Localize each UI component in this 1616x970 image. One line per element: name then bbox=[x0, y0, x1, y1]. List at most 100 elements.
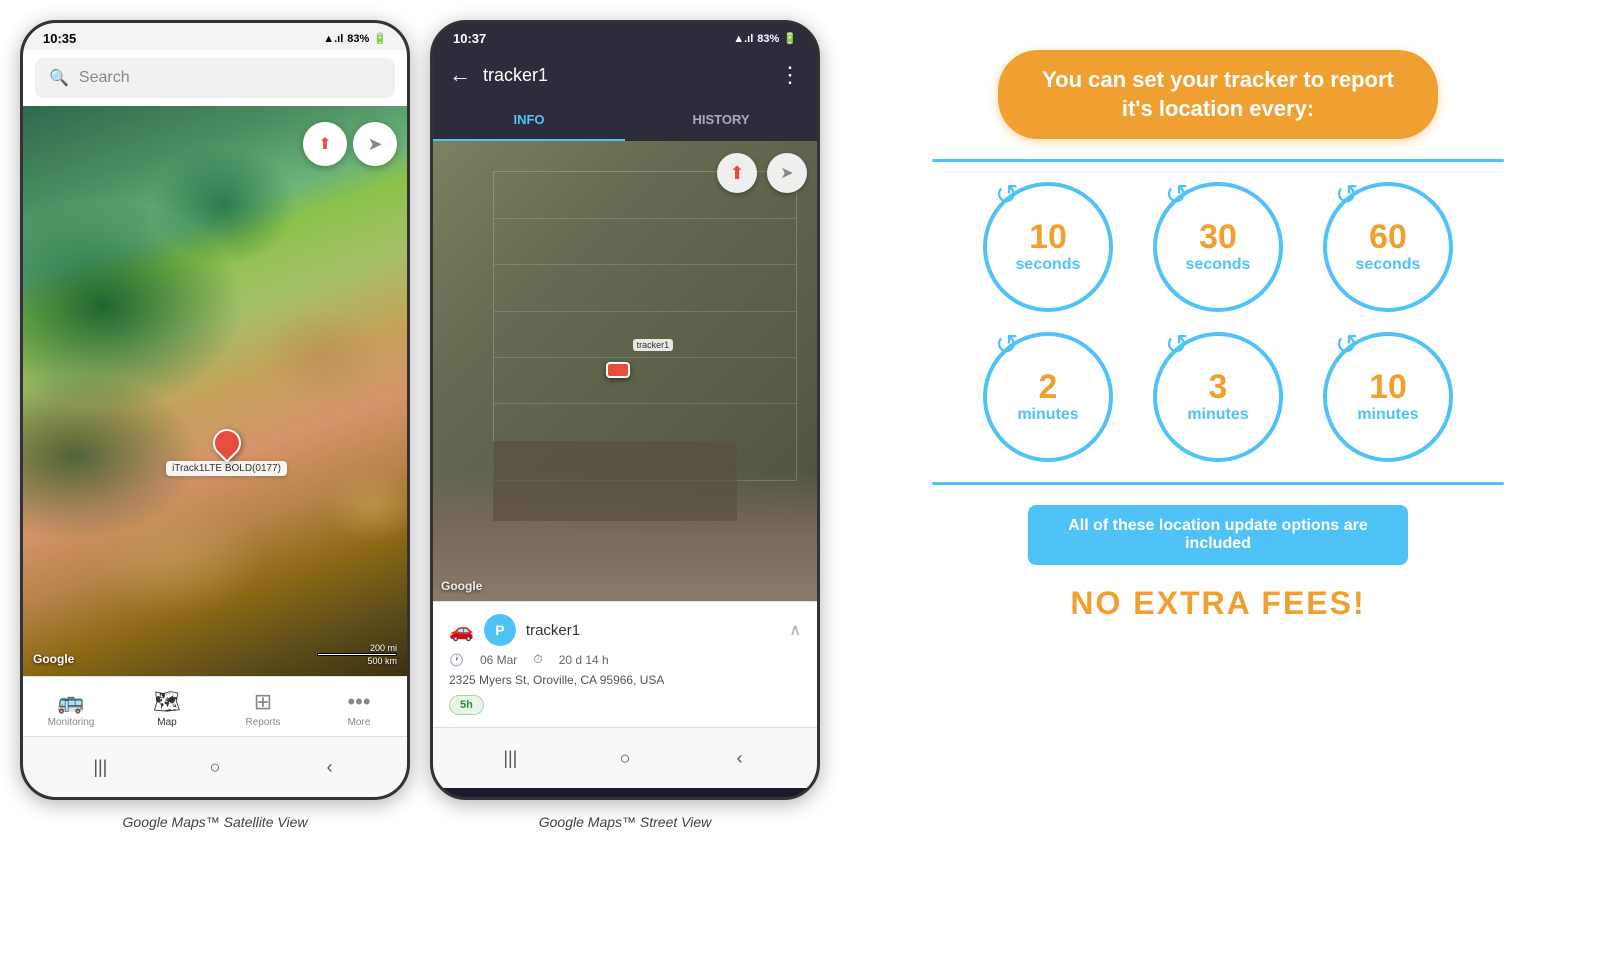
ig-circle-10m: 10 minutes bbox=[1323, 332, 1453, 462]
map-icon: 🗺 bbox=[153, 689, 181, 715]
phone2-container: 10:37 ▲.ıl 83% 🔋 ← tracker1 ⋮ INFO HISTO… bbox=[430, 20, 820, 830]
tracker-pin-marker bbox=[207, 423, 247, 463]
search-icon: 🔍 bbox=[49, 68, 69, 88]
nav-map[interactable]: 🗺 Map bbox=[132, 685, 202, 732]
phone2-caption: Google Maps™ Street View bbox=[539, 814, 712, 830]
info-timer-icon: ⏱ bbox=[533, 652, 542, 667]
phone1-satellite-map[interactable]: ⬆ ➤ iTrack1LTE BOLD(0177) 200 mi 500 km … bbox=[23, 106, 407, 676]
parking-line-5 bbox=[494, 403, 796, 404]
ig-circle-3m-unit: minutes bbox=[1187, 406, 1248, 424]
nav-map-label: Map bbox=[157, 717, 176, 728]
phone1-battery: 83% bbox=[347, 33, 369, 45]
ig-circles-row2: 2 minutes 3 minutes 10 minutes bbox=[983, 332, 1453, 462]
phone2-compass-button[interactable]: ⬆ bbox=[717, 153, 757, 193]
phone1-time: 10:35 bbox=[43, 31, 76, 46]
nav-reports[interactable]: ⊞ Reports bbox=[228, 685, 298, 732]
parking-line-1 bbox=[494, 218, 796, 219]
phone2-signal: ▲.ıl bbox=[733, 33, 753, 45]
phone2-back-button[interactable]: ← bbox=[449, 62, 471, 88]
phone2-more-button[interactable]: ⋮ bbox=[779, 62, 801, 88]
info-car-icon: 🚗 bbox=[449, 618, 474, 643]
scale-500km: 500 km bbox=[367, 656, 397, 666]
more-icon: ••• bbox=[347, 689, 370, 715]
aerial-location-icon: ➤ bbox=[780, 163, 793, 183]
phone2-tracker-car bbox=[606, 362, 630, 378]
phone1-bottom-nav: 🚌 Monitoring 🗺 Map ⊞ Reports ••• More bbox=[23, 676, 407, 736]
ig-circle-10s-unit: seconds bbox=[1016, 256, 1081, 274]
nav-monitoring[interactable]: 🚌 Monitoring bbox=[36, 685, 106, 732]
phone2-status-icons: ▲.ıl 83% 🔋 bbox=[733, 32, 797, 45]
phone2-android-menu-button[interactable]: ||| bbox=[490, 738, 530, 778]
phone2-location-button[interactable]: ➤ bbox=[767, 153, 807, 193]
phone1-container: 10:35 ▲.ıl 83% 🔋 🔍 Search ⬆ bbox=[20, 20, 410, 830]
android-home-button[interactable]: ○ bbox=[195, 747, 235, 787]
parking-line-4 bbox=[494, 357, 796, 358]
nav-more[interactable]: ••• More bbox=[324, 685, 394, 732]
phone1-search-container: 🔍 Search bbox=[23, 50, 407, 106]
reports-icon: ⊞ bbox=[254, 689, 272, 715]
phone2-frame: 10:37 ▲.ıl 83% 🔋 ← tracker1 ⋮ INFO HISTO… bbox=[430, 20, 820, 800]
tab-info[interactable]: INFO bbox=[433, 100, 625, 141]
tab-history[interactable]: HISTORY bbox=[625, 100, 817, 141]
ig-circle-10m-unit: minutes bbox=[1357, 406, 1418, 424]
parking-lot-overlay bbox=[493, 171, 797, 481]
ig-circle-30s-number: 30 bbox=[1199, 220, 1237, 254]
phone1-search-bar[interactable]: 🔍 Search bbox=[35, 58, 395, 98]
phone2-android-back-button[interactable]: ‹ bbox=[720, 738, 760, 778]
ig-included-text: All of these location update options are… bbox=[1028, 505, 1408, 565]
phone2-app-header: ← tracker1 ⋮ bbox=[433, 50, 817, 100]
location-arrow-icon: ➤ bbox=[367, 134, 382, 155]
ig-circle-10m-number: 10 bbox=[1369, 370, 1407, 404]
phone2-aerial-map[interactable]: tracker1 ⬆ ➤ Google bbox=[433, 141, 817, 601]
ig-header-text: You can set your tracker to report it's … bbox=[998, 50, 1438, 139]
ig-bottom-divider bbox=[932, 482, 1505, 485]
phone2-battery: 83% bbox=[757, 33, 779, 45]
android-back-button[interactable]: ‹ bbox=[310, 747, 350, 787]
phone2-android-back-icon: ‹ bbox=[737, 748, 743, 769]
info-date: 06 Mar bbox=[480, 653, 517, 667]
phone1-android-nav: ||| ○ ‹ bbox=[23, 736, 407, 797]
ig-circles-row1: 10 seconds 30 seconds 60 seconds bbox=[983, 182, 1453, 312]
ig-circle-3m: 3 minutes bbox=[1153, 332, 1283, 462]
phone1-compass-button[interactable]: ⬆ bbox=[303, 122, 347, 166]
phone1-caption: Google Maps™ Satellite View bbox=[123, 814, 308, 830]
phone2-android-nav: ||| ○ ‹ bbox=[433, 727, 817, 788]
info-time-badge: 5h bbox=[449, 695, 484, 715]
info-duration: 20 d 14 h bbox=[559, 653, 609, 667]
map-scale-bar: 200 mi 500 km bbox=[317, 643, 397, 666]
phone2-battery-icon: 🔋 bbox=[783, 32, 797, 45]
info-tracker-name-row: 🚗 P tracker1 bbox=[449, 614, 580, 646]
phone1-search-text[interactable]: Search bbox=[79, 69, 130, 87]
info-row1: 🚗 P tracker1 ∧ bbox=[449, 614, 801, 646]
phone1-status-bar: 10:35 ▲.ıl 83% 🔋 bbox=[23, 23, 407, 50]
phone2-android-home-button[interactable]: ○ bbox=[605, 738, 645, 778]
phone2-tracker-car-label: tracker1 bbox=[633, 339, 674, 351]
phone2-tabs: INFO HISTORY bbox=[433, 100, 817, 141]
ig-circle-60s: 60 seconds bbox=[1323, 182, 1453, 312]
info-chevron-icon: ∧ bbox=[789, 620, 801, 640]
phone1-signal: ▲.ıl bbox=[323, 33, 343, 45]
phone1-location-button[interactable]: ➤ bbox=[353, 122, 397, 166]
monitoring-icon: 🚌 bbox=[57, 689, 84, 715]
parking-lines bbox=[494, 172, 796, 480]
aerial-compass-icon: ⬆ bbox=[729, 163, 744, 184]
phone1-frame: 10:35 ▲.ıl 83% 🔋 🔍 Search ⬆ bbox=[20, 20, 410, 800]
ig-circle-10s: 10 seconds bbox=[983, 182, 1113, 312]
ig-circle-2m: 2 minutes bbox=[983, 332, 1113, 462]
phone2-info-panel: 🚗 P tracker1 ∧ 🕐 06 Mar ⏱ 20 d 14 h 2325… bbox=[433, 601, 817, 727]
phone2-time: 10:37 bbox=[453, 31, 486, 46]
phones-row: 10:35 ▲.ıl 83% 🔋 🔍 Search ⬆ bbox=[20, 20, 820, 830]
phone2-status-bar: 10:37 ▲.ıl 83% 🔋 bbox=[433, 23, 817, 50]
ig-circle-60s-unit: seconds bbox=[1356, 256, 1421, 274]
phone1-status-icons: ▲.ıl 83% 🔋 bbox=[323, 32, 387, 45]
phone1-battery-icon: 🔋 bbox=[373, 32, 387, 45]
compass-icon: ⬆ bbox=[318, 134, 331, 154]
phone1-google-watermark: Google bbox=[33, 652, 74, 666]
ig-no-extra-fees-text: NO EXTRA FEES! bbox=[1070, 585, 1365, 622]
info-clock-icon: 🕐 bbox=[449, 653, 464, 667]
phone2-android-home-icon: ○ bbox=[620, 748, 631, 769]
infographic-panel: You can set your tracker to report it's … bbox=[840, 20, 1596, 652]
android-menu-button[interactable]: ||| bbox=[80, 747, 120, 787]
android-home-icon: ○ bbox=[210, 757, 221, 778]
building-overlay bbox=[493, 441, 737, 521]
